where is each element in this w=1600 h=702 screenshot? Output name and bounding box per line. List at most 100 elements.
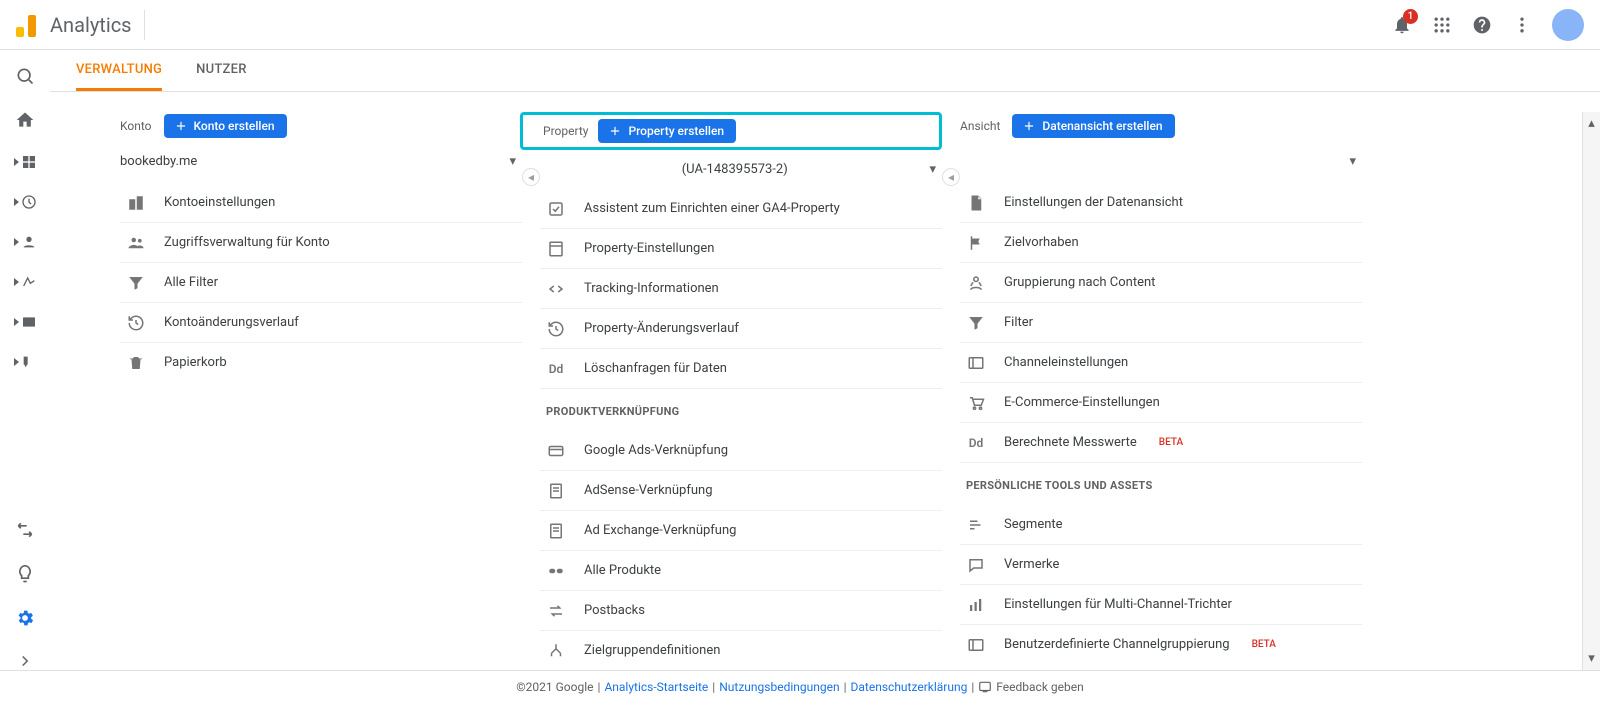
filter-icon [966, 314, 986, 332]
trash-icon [126, 354, 146, 372]
channel-icon [966, 636, 986, 654]
property-link-row[interactable]: Ad Exchange-Verknüpfung [540, 510, 942, 550]
property-row[interactable]: Assistent zum Einrichten einer GA4-Prope… [540, 188, 942, 228]
home-icon[interactable] [15, 110, 35, 130]
product-name: Analytics [50, 13, 132, 37]
collapse-account-column[interactable]: ◂ [522, 168, 540, 186]
create-view-button[interactable]: Datenansicht erstellen [1012, 114, 1174, 138]
account-row[interactable]: Kontoeinstellungen [120, 182, 522, 222]
notifications-icon[interactable]: 1 [1392, 15, 1412, 35]
account-row[interactable]: Kontoänderungsverlauf [120, 302, 522, 342]
property-selector[interactable]: (UA-148395573-2) ▾ [540, 156, 942, 182]
view-row-label: Einstellungen der Datenansicht [1004, 195, 1183, 210]
view-row-label: Berechnete Messwerte [1004, 435, 1137, 450]
property-link-row[interactable]: AdSense-Verknüpfung [540, 470, 942, 510]
vertical-scrollbar[interactable]: ▴ ▾ [1582, 112, 1600, 670]
card-icon [546, 442, 566, 460]
notification-badge: 1 [1403, 9, 1418, 24]
nav-audience[interactable] [14, 234, 37, 250]
create-property-button[interactable]: Property erstellen [598, 119, 736, 143]
view-row-label: Zielvorhaben [1004, 235, 1079, 250]
help-icon[interactable] [1472, 15, 1492, 35]
filter-icon [126, 274, 146, 292]
property-row[interactable]: DdLöschanfragen für Daten [540, 348, 942, 388]
person-icon [966, 274, 986, 292]
search-icon[interactable] [15, 66, 35, 86]
view-row[interactable]: DdBerechnete MesswerteBETA [960, 422, 1362, 462]
account-avatar[interactable] [1552, 9, 1584, 41]
view-row-label: Filter [1004, 315, 1033, 330]
view-row[interactable]: E-Commerce-Einstellungen [960, 382, 1362, 422]
property-row[interactable]: Property-Änderungsverlauf [540, 308, 942, 348]
column-view: Ansicht Datenansicht erstellen ▾ Einstel… [960, 112, 1362, 670]
chevron-down-icon: ▾ [929, 162, 936, 177]
property-row[interactable]: Tracking-Informationen [540, 268, 942, 308]
property-link-row[interactable]: Zielgruppendefinitionen [540, 630, 942, 670]
create-account-button[interactable]: Konto erstellen [164, 114, 287, 138]
property-link-row[interactable]: Postbacks [540, 590, 942, 630]
property-row-label: Tracking-Informationen [584, 281, 719, 296]
scroll-down-icon[interactable]: ▾ [1588, 651, 1595, 666]
account-selected: bookedby.me [120, 154, 197, 169]
view-row[interactable]: Einstellungen der Datenansicht [960, 182, 1362, 222]
view-row[interactable]: Channeleinstellungen [960, 342, 1362, 382]
nav-dashboards[interactable] [14, 154, 37, 170]
nav-realtime[interactable] [14, 194, 37, 210]
collapse-property-column[interactable]: ◂ [942, 168, 960, 186]
account-selector[interactable]: bookedby.me ▾ [120, 146, 522, 176]
left-nav [0, 50, 50, 670]
view-tool-row-label: Segmente [1004, 517, 1063, 532]
section-product-linking: PRODUKTVERKNÜPFUNG [540, 388, 942, 424]
product-logo[interactable]: Analytics [16, 13, 132, 37]
view-tool-row-label: Einstellungen für Multi-Channel-Trichter [1004, 597, 1232, 612]
account-row[interactable]: Papierkorb [120, 342, 522, 382]
view-tool-row[interactable]: Vermerke [960, 544, 1362, 584]
view-selector[interactable]: ▾ [960, 146, 1362, 176]
property-row-label: Property-Einstellungen [584, 241, 714, 256]
doc-icon [546, 522, 566, 540]
cart-icon [966, 394, 986, 412]
nav-behavior[interactable] [14, 314, 37, 330]
property-row-label: Löschanfragen für Daten [584, 361, 727, 376]
attribution-icon[interactable] [15, 520, 35, 540]
property-link-row-label: Ad Exchange-Verknüpfung [584, 523, 736, 538]
footer-link-terms[interactable]: Nutzungsbedingungen [719, 680, 839, 694]
nav-acquisition[interactable] [14, 274, 37, 290]
view-col-label: Ansicht [960, 119, 1000, 133]
create-property-label: Property erstellen [628, 124, 724, 138]
more-icon[interactable] [1512, 15, 1532, 35]
view-tool-row[interactable]: Segmente [960, 504, 1362, 544]
doc2-icon [966, 194, 986, 212]
apps-icon[interactable] [1432, 15, 1452, 35]
admin-gear-icon[interactable] [15, 608, 35, 628]
property-link-row[interactable]: Alle Produkte [540, 550, 942, 590]
view-row[interactable]: Filter [960, 302, 1362, 342]
topbar: Analytics 1 [0, 0, 1600, 50]
view-tool-row[interactable]: Benutzerdefinierte ChannelgruppierungBET… [960, 624, 1362, 664]
column-property: Property Property erstellen (UA-14839557… [540, 112, 942, 670]
view-row[interactable]: Gruppierung nach Content [960, 262, 1362, 302]
tab-users[interactable]: NUTZER [196, 50, 247, 91]
discover-icon[interactable] [15, 564, 35, 584]
property-row[interactable]: Property-Einstellungen [540, 228, 942, 268]
property-col-label: Property [543, 124, 588, 138]
account-row[interactable]: Alle Filter [120, 262, 522, 302]
view-row[interactable]: Zielvorhaben [960, 222, 1362, 262]
feedback-icon[interactable]: Feedback geben [978, 680, 1083, 694]
footer-link-privacy[interactable]: Datenschutzerklärung [851, 680, 968, 694]
flag-icon [966, 234, 986, 252]
create-property-highlight: Property Property erstellen [520, 112, 942, 150]
branch-icon [546, 642, 566, 660]
tab-admin[interactable]: VERWALTUNG [76, 50, 162, 91]
footer-link-start[interactable]: Analytics-Startseite [604, 680, 708, 694]
collapse-nav-icon[interactable] [16, 652, 34, 670]
property-link-row-label: AdSense-Verknüpfung [584, 483, 713, 498]
account-row[interactable]: Zugriffsverwaltung für Konto [120, 222, 522, 262]
view-row-label: Gruppierung nach Content [1004, 275, 1155, 290]
view-tool-row[interactable]: Einstellungen für Multi-Channel-Trichter [960, 584, 1362, 624]
scroll-up-icon[interactable]: ▴ [1588, 116, 1595, 131]
nav-conversions[interactable] [14, 354, 37, 370]
column-account: Konto Konto erstellen bookedby.me ▾ Kont… [120, 112, 522, 670]
property-link-row[interactable]: Google Ads-Verknüpfung [540, 430, 942, 470]
view-tool-row-label: Vermerke [1004, 557, 1059, 572]
